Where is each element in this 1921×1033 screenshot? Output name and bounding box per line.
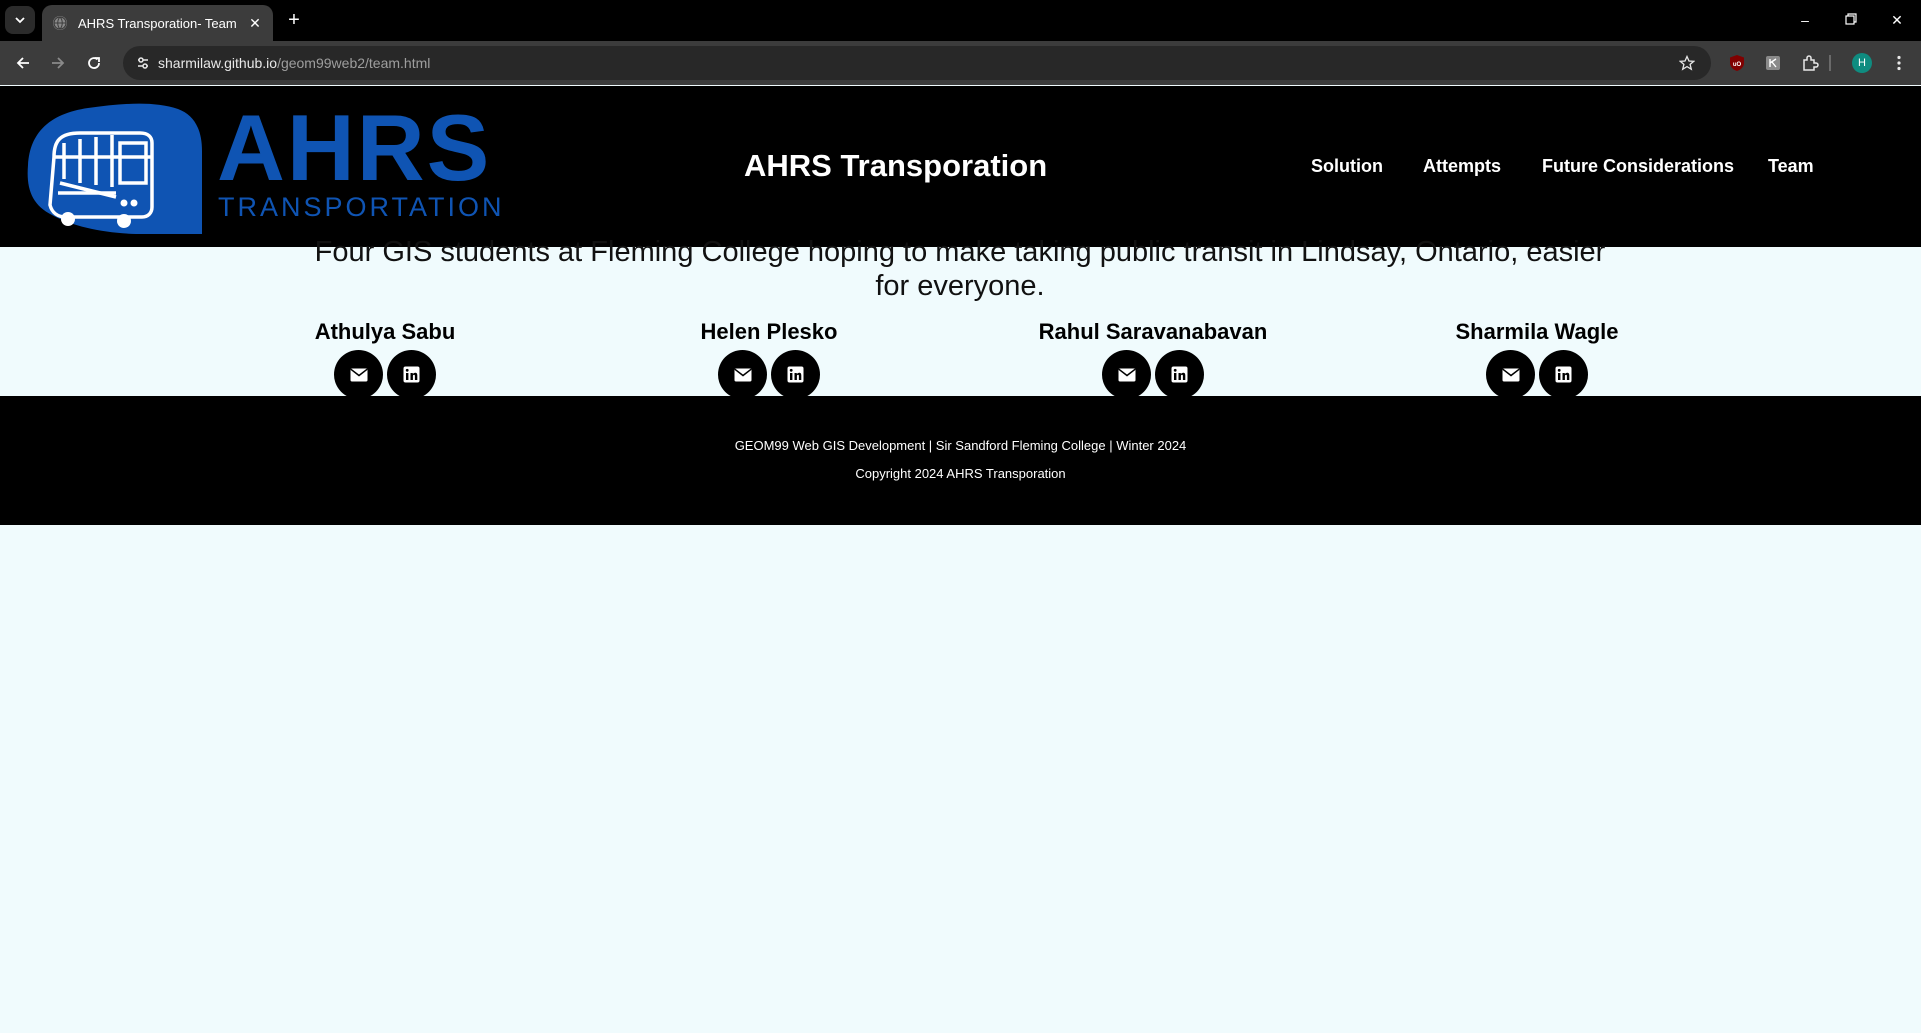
- linkedin-button[interactable]: [771, 350, 820, 399]
- email-button[interactable]: [1102, 350, 1151, 399]
- browser-menu-icon[interactable]: [1889, 53, 1909, 73]
- page-title: AHRS Transporation: [744, 148, 1048, 183]
- url-path: /geom99web2/team.html: [277, 55, 431, 71]
- member-contact-links: [1023, 350, 1283, 399]
- new-tab-button[interactable]: +: [283, 9, 305, 31]
- arrow-left-icon: [16, 57, 29, 69]
- address-bar[interactable]: sharmilaw.github.io/geom99web2/team.html: [123, 46, 1711, 80]
- member-name: Athulya Sabu: [314, 319, 456, 344]
- browser-toolbar: sharmilaw.github.io/geom99web2/team.html…: [0, 41, 1921, 85]
- linkedin-icon: [1171, 366, 1188, 383]
- team-member-card: Athulya Sabu: [255, 318, 515, 399]
- tab-search-button[interactable]: [5, 6, 35, 34]
- url-text[interactable]: sharmilaw.github.io/geom99web2/team.html: [158, 55, 430, 71]
- member-name: Helen Plesko: [700, 319, 838, 344]
- site-header: AHRS TRANSPORTATION AHRS Transporation S…: [0, 86, 1921, 247]
- linkedin-icon: [403, 366, 420, 383]
- footer-course-line: GEOM99 Web GIS Development | Sir Sandfor…: [734, 438, 1187, 453]
- chevron-down-icon: [15, 17, 25, 24]
- member-name: Sharmila Wagle: [1455, 319, 1619, 344]
- extension-puzzle-square-icon[interactable]: [1763, 53, 1783, 73]
- reload-button[interactable]: [82, 51, 106, 75]
- linkedin-icon: [1555, 366, 1572, 383]
- toolbar-divider: [1829, 55, 1831, 71]
- envelope-icon: [1117, 368, 1136, 381]
- bookmark-star-icon[interactable]: [1677, 53, 1697, 73]
- forward-button[interactable]: [46, 51, 70, 75]
- logo-wordmark: AHRS: [217, 95, 492, 200]
- ublock-extension-icon[interactable]: uO: [1727, 53, 1747, 73]
- close-window-icon[interactable]: ✕: [1886, 10, 1908, 30]
- tab-close-icon[interactable]: ✕: [245, 15, 265, 32]
- linkedin-button[interactable]: [1155, 350, 1204, 399]
- nav-team[interactable]: Team: [1768, 155, 1814, 177]
- team-member-card: Sharmila Wagle: [1407, 318, 1667, 399]
- email-button[interactable]: [334, 350, 383, 399]
- member-contact-links: [1407, 350, 1667, 399]
- team-member-card: Rahul Saravanabavan: [1023, 318, 1283, 399]
- site-footer: GEOM99 Web GIS Development | Sir Sandfor…: [0, 396, 1921, 525]
- site-info-icon[interactable]: [132, 52, 154, 74]
- footer-copyright: Copyright 2024 AHRS Transporation: [855, 466, 1066, 481]
- envelope-icon: [733, 368, 752, 381]
- restore-icon[interactable]: [1840, 10, 1862, 30]
- member-name: Rahul Saravanabavan: [1038, 319, 1268, 344]
- tagline: Four GIS students at Fleming College hop…: [314, 236, 1606, 302]
- member-contact-links: [255, 350, 515, 399]
- minimize-icon[interactable]: –: [1794, 10, 1816, 30]
- back-button[interactable]: [11, 51, 35, 75]
- envelope-icon: [349, 368, 368, 381]
- linkedin-button[interactable]: [1539, 350, 1588, 399]
- email-button[interactable]: [1486, 350, 1535, 399]
- extensions-icon[interactable]: [1800, 53, 1820, 73]
- logo-subtitle: TRANSPORTATION: [218, 192, 505, 222]
- linkedin-button[interactable]: [387, 350, 436, 399]
- avatar: H: [1852, 53, 1872, 73]
- nav-attempts[interactable]: Attempts: [1423, 155, 1501, 177]
- member-contact-links: [639, 350, 899, 399]
- svg-text:uO: uO: [1733, 62, 1742, 68]
- email-button[interactable]: [718, 350, 767, 399]
- globe-icon: [53, 16, 67, 30]
- tab-title: AHRS Transporation- Team: [78, 15, 237, 31]
- profile-avatar[interactable]: H: [1852, 53, 1872, 73]
- bus-logo-icon[interactable]: [24, 99, 204, 242]
- envelope-icon: [1501, 368, 1520, 381]
- arrow-right-icon: [52, 57, 65, 69]
- browser-tab[interactable]: AHRS Transporation- Team ✕: [42, 5, 273, 41]
- nav-solution[interactable]: Solution: [1311, 155, 1383, 177]
- linkedin-icon: [787, 366, 804, 383]
- team-member-card: Helen Plesko: [639, 318, 899, 399]
- reload-icon: [88, 57, 100, 69]
- browser-tab-bar: AHRS Transporation- Team ✕ + – ✕: [0, 0, 1921, 41]
- nav-future-considerations[interactable]: Future Considerations: [1542, 155, 1734, 177]
- url-host: sharmilaw.github.io: [158, 55, 278, 71]
